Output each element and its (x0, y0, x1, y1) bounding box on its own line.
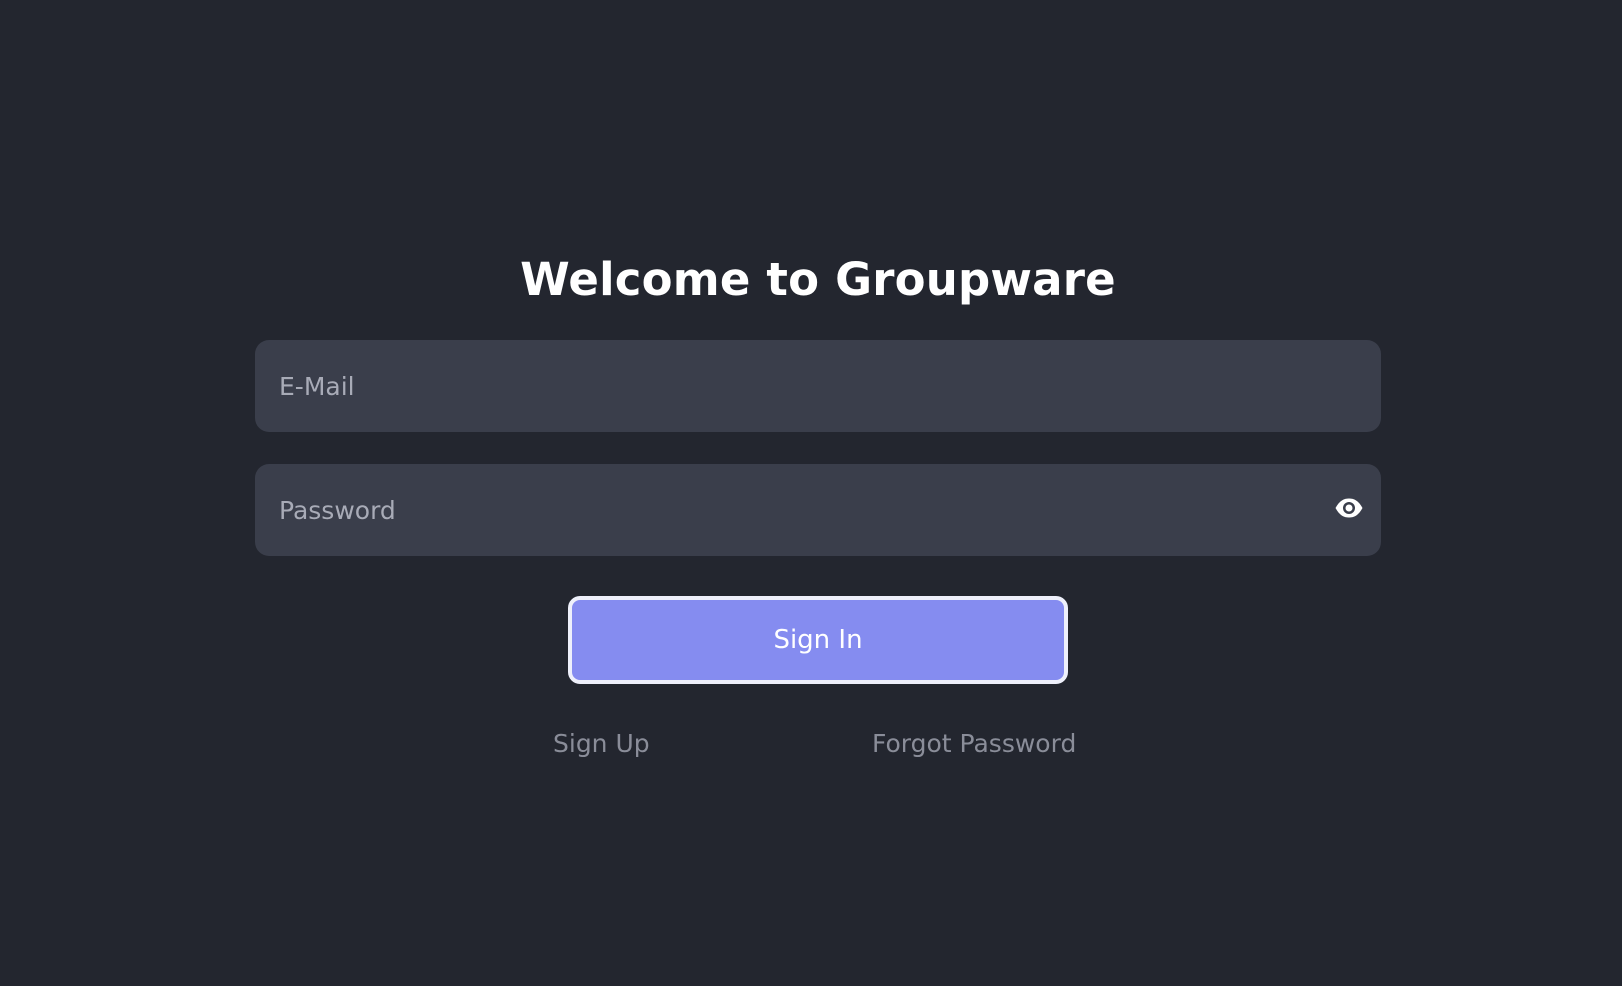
email-input[interactable] (255, 340, 1381, 432)
password-field-container (255, 464, 1381, 556)
password-input[interactable] (255, 464, 1381, 556)
page-title: Welcome to Groupware (520, 253, 1116, 307)
sign-in-button[interactable]: Sign In (568, 596, 1068, 684)
forgot-password-link[interactable]: Forgot Password (872, 726, 1076, 762)
eye-icon[interactable] (1333, 492, 1365, 524)
email-field-container (255, 340, 1381, 432)
sign-up-link[interactable]: Sign Up (553, 726, 650, 762)
